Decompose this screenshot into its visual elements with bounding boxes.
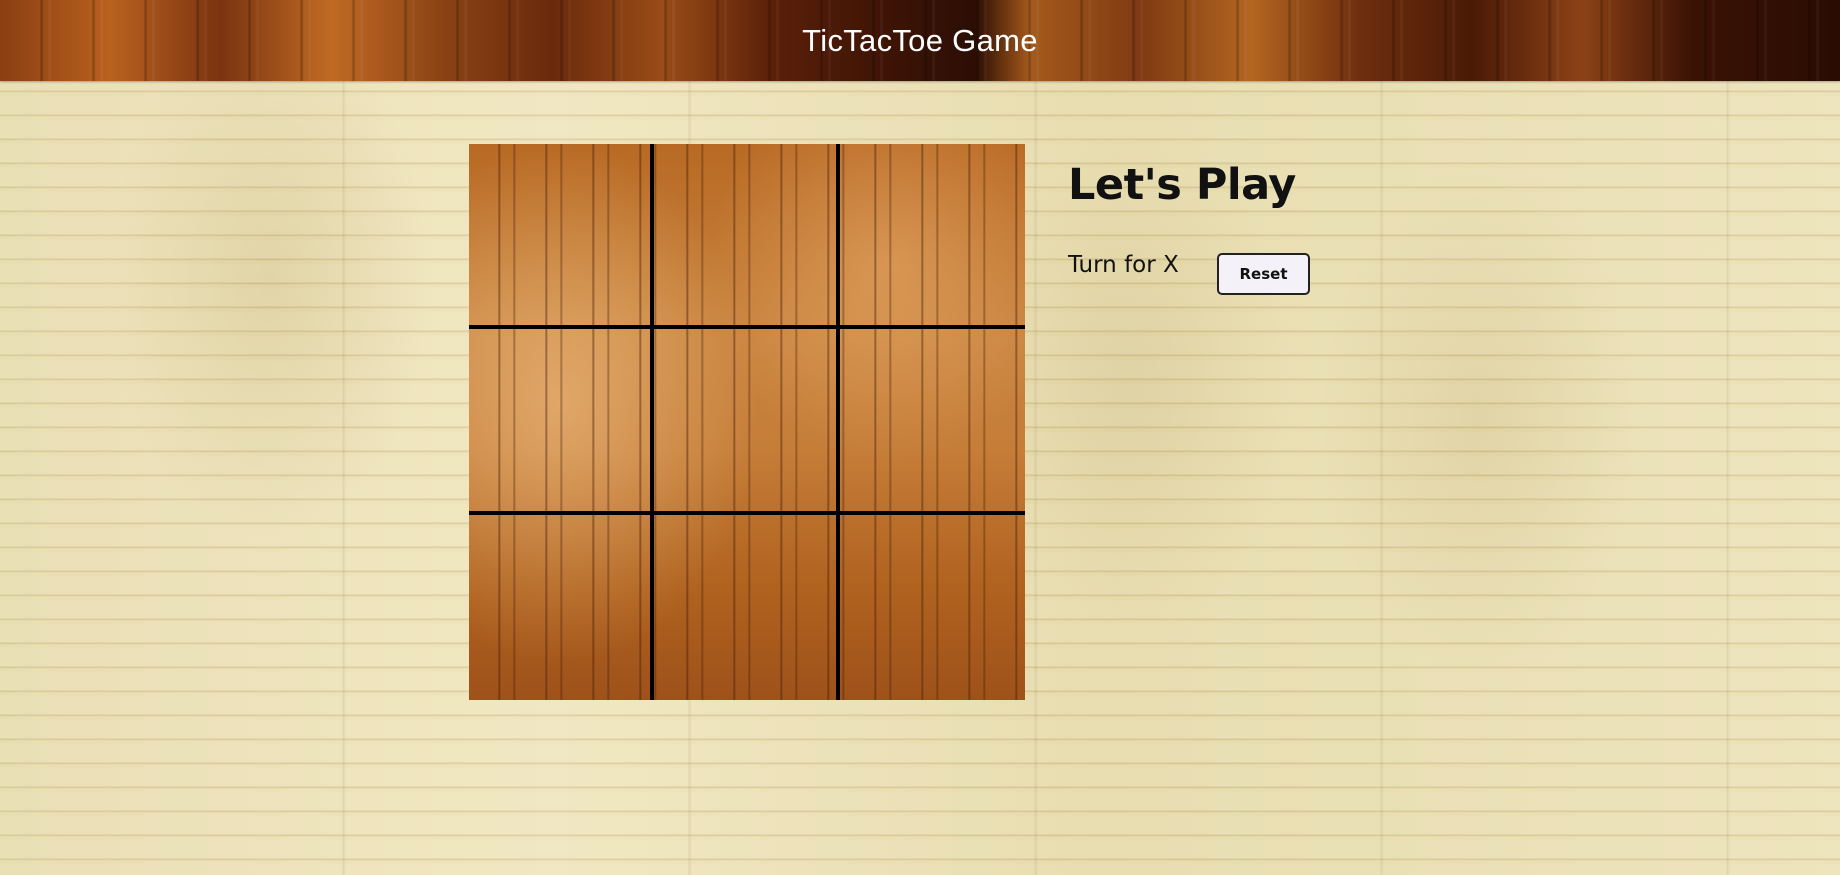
board-cell-9[interactable] [840,515,1025,700]
board-cell-5[interactable] [654,329,840,515]
panel-heading: Let's Play [1068,160,1296,210]
board-cell-7[interactable] [469,514,655,700]
board-cell-3[interactable] [839,144,1025,330]
status-row: Turn for X [1068,252,1179,278]
app-title: TicTacToe Game [802,22,1038,58]
app-header: TicTacToe Game [0,0,1840,81]
board-cell-1[interactable] [469,144,655,330]
reset-button[interactable]: Reset [1217,253,1310,295]
board-cell-6[interactable] [839,329,1025,515]
board-cell-8[interactable] [654,514,840,700]
game-info-panel: Let's Play [1068,160,1296,210]
turn-status: Turn for X [1068,252,1179,278]
game-board [469,144,1025,700]
board-cell-4[interactable] [469,329,655,515]
board-cell-2[interactable] [654,144,840,330]
